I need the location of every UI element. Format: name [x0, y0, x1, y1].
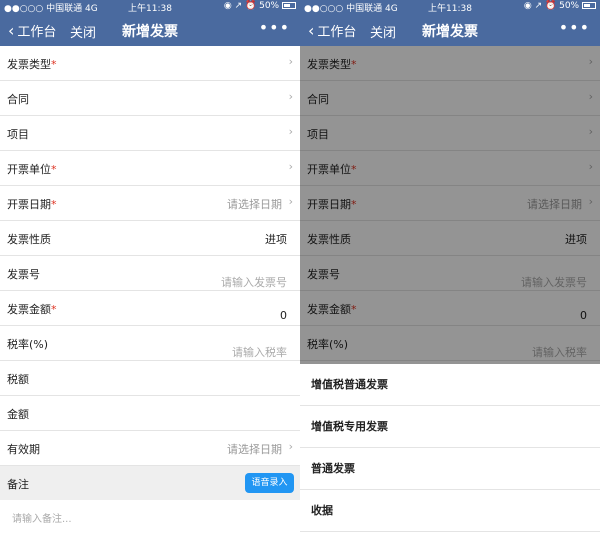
header-bar: ●●○○○ 中国联通 4G 上午11:38 ◉ ↗ ⏰ 50% ‹ 工作台 关闭 … — [0, 0, 300, 46]
remark-placeholder: 请输入备注... — [12, 514, 72, 525]
row-label: 税额 — [7, 373, 29, 386]
row-label: 发票金额 — [7, 303, 51, 316]
invoice-number-input[interactable]: 请输入发票号 — [221, 274, 287, 290]
row-label: 发票类型 — [7, 58, 51, 71]
form-row-contract[interactable]: 合同 › — [0, 81, 300, 116]
status-right: ◉ ↗ ⏰ 50% — [224, 1, 296, 11]
nav-bar: ‹ 工作台 关闭 新增发票 ••• — [300, 14, 600, 46]
required-mark: * — [51, 163, 57, 176]
chevron-right-icon: › — [288, 90, 293, 103]
chevron-right-icon: › — [288, 440, 293, 453]
form-list: 发票类型* › 合同 › 项目 › 开票单位* › 开票日期* 请选择日期 › 发票性质 进项… — [0, 46, 300, 533]
required-mark: * — [51, 303, 57, 316]
remark-label: 备注 — [7, 478, 29, 491]
row-label: 开票日期 — [7, 198, 51, 211]
option-label: 收据 — [311, 504, 333, 517]
date-placeholder: 请选择日期 — [227, 443, 282, 456]
battery-percent: 50% — [559, 1, 580, 11]
form-row-tax-rate[interactable]: 税率(%) 请输入税率 — [0, 326, 300, 361]
chevron-right-icon: › — [288, 160, 293, 173]
row-label: 税率(%) — [7, 338, 49, 351]
option-label: 增值税专用发票 — [311, 420, 388, 433]
header-bar: ●●○○○ 中国联通 4G 上午11:38 ◉ ↗ ⏰ 50% ‹ 工作台 关闭 … — [300, 0, 600, 46]
invoice-type-picker: 增值税普通发票 增值税专用发票 普通发票 收据 — [300, 364, 600, 533]
tax-rate-input[interactable]: 请输入税率 — [232, 344, 287, 360]
row-label: 合同 — [7, 93, 29, 106]
form-row-issuer[interactable]: 开票单位* › — [0, 151, 300, 186]
option-vat-special[interactable]: 增值税专用发票 — [300, 406, 600, 448]
date-placeholder: 请选择日期 — [227, 198, 282, 211]
chevron-right-icon: › — [288, 125, 293, 138]
amount-input[interactable]: 0 — [280, 309, 287, 322]
row-label: 发票号 — [7, 268, 40, 281]
form-row-tax-amount[interactable]: 税额 — [0, 361, 300, 396]
status-icons: ◉ ↗ ⏰ — [223, 1, 257, 11]
remark-header: 备注 语音录入 — [0, 466, 300, 500]
status-bar: ●●○○○ 中国联通 4G 上午11:38 ◉ ↗ ⏰ 50% — [0, 0, 300, 14]
form-row-project[interactable]: 项目 › — [0, 116, 300, 151]
form-row-net-amount[interactable]: 金额 — [0, 396, 300, 431]
voice-input-button[interactable]: 语音录入 — [245, 473, 294, 493]
form-row-validity[interactable]: 有效期 请选择日期 › — [0, 431, 300, 466]
page-title: 新增发票 — [122, 24, 178, 40]
row-label: 项目 — [7, 128, 29, 141]
row-label: 有效期 — [7, 443, 40, 456]
chevron-right-icon: › — [288, 55, 293, 68]
option-receipt[interactable]: 收据 — [300, 490, 600, 532]
form-row-amount[interactable]: 发票金额* 0 — [0, 291, 300, 326]
row-label: 开票单位 — [7, 163, 51, 176]
form-row-invoice-type[interactable]: 发票类型* › — [0, 46, 300, 81]
option-label: 增值税普通发票 — [311, 378, 388, 391]
more-icon[interactable]: ••• — [559, 18, 590, 37]
more-icon[interactable]: ••• — [259, 18, 290, 37]
row-label: 金额 — [7, 408, 29, 421]
nature-value: 进项 — [265, 233, 287, 246]
status-right: ◉ ↗ ⏰ 50% — [524, 1, 596, 11]
page-title: 新增发票 — [422, 24, 478, 40]
form-row-nature[interactable]: 发票性质 进项 — [0, 221, 300, 256]
battery-percent: 50% — [259, 1, 280, 11]
picker-screen: ●●○○○ 中国联通 4G 上午11:38 ◉ ↗ ⏰ 50% ‹ 工作台 关闭 … — [300, 0, 600, 533]
battery-icon — [582, 2, 596, 9]
remark-input[interactable]: 请输入备注... — [0, 500, 300, 533]
option-ordinary[interactable]: 普通发票 — [300, 448, 600, 490]
row-label: 发票性质 — [7, 233, 51, 246]
status-icons: ◉ ↗ ⏰ — [523, 1, 557, 11]
status-bar: ●●○○○ 中国联通 4G 上午11:38 ◉ ↗ ⏰ 50% — [300, 0, 600, 14]
form-screen: ●●○○○ 中国联通 4G 上午11:38 ◉ ↗ ⏰ 50% ‹ 工作台 关闭 … — [0, 0, 300, 533]
battery-icon — [282, 2, 296, 9]
nav-bar: ‹ 工作台 关闭 新增发票 ••• — [0, 14, 300, 46]
option-vat-ordinary[interactable]: 增值税普通发票 — [300, 364, 600, 406]
option-label: 普通发票 — [311, 462, 355, 475]
form-row-invoice-number[interactable]: 发票号 请输入发票号 — [0, 256, 300, 291]
required-mark: * — [51, 58, 57, 71]
form-row-issue-date[interactable]: 开票日期* 请选择日期 › — [0, 186, 300, 221]
chevron-right-icon: › — [288, 195, 293, 208]
modal-backdrop[interactable] — [300, 46, 600, 364]
screens: ●●○○○ 中国联通 4G 上午11:38 ◉ ↗ ⏰ 50% ‹ 工作台 关闭 … — [0, 0, 600, 533]
required-mark: * — [51, 198, 57, 211]
